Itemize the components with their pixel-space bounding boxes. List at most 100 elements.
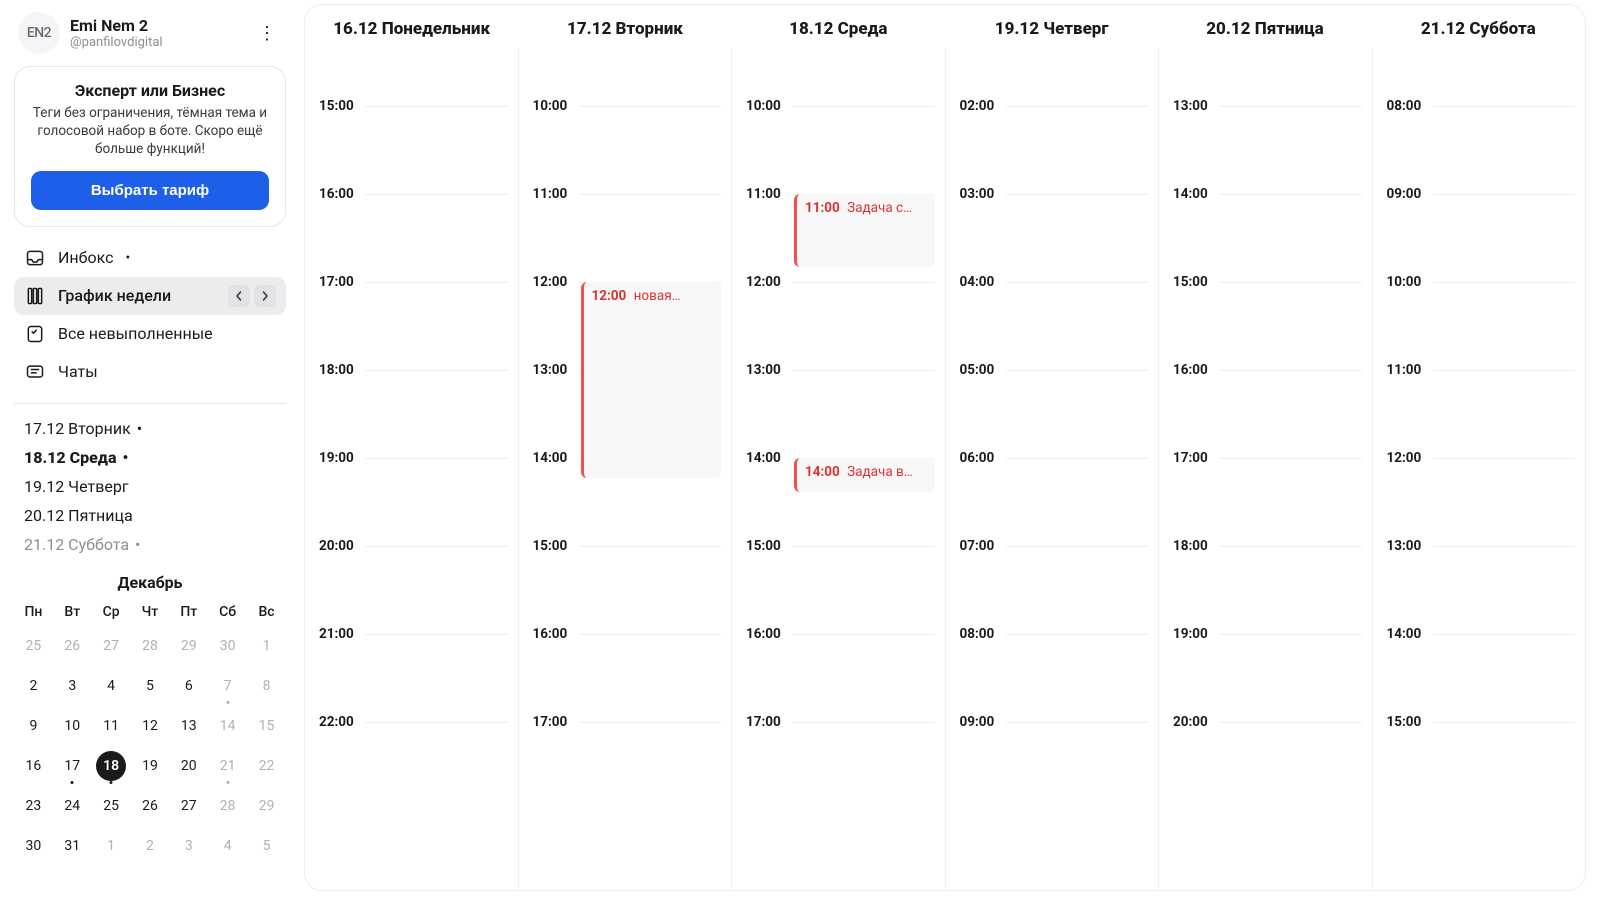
calendar-day[interactable]: 1: [92, 826, 131, 866]
calendar-day[interactable]: 23: [14, 786, 53, 826]
hour-slot[interactable]: 15:00: [1159, 282, 1372, 370]
hour-slot[interactable]: 12:00: [1373, 458, 1586, 546]
hour-slot[interactable]: 11:00: [519, 194, 732, 282]
calendar-day[interactable]: 5: [247, 826, 286, 866]
calendar-day[interactable]: 11: [92, 706, 131, 746]
day-column[interactable]: 10:0011:0012:0013:0014:0015:0016:0017:00…: [518, 48, 732, 890]
hour-slot[interactable]: 10:00: [732, 106, 945, 194]
calendar-day[interactable]: 8: [247, 666, 286, 706]
hour-slot[interactable]: 19:00: [1159, 634, 1372, 722]
hour-slot[interactable]: 17:00: [519, 722, 732, 810]
calendar-day[interactable]: 4: [208, 826, 247, 866]
hour-slot[interactable]: 12:00: [732, 282, 945, 370]
hour-slot[interactable]: 04:00: [946, 282, 1159, 370]
hour-slot[interactable]: 13:00: [1159, 106, 1372, 194]
hour-slot[interactable]: 09:00: [946, 722, 1159, 810]
nav-inbox[interactable]: Инбокс •: [14, 239, 286, 277]
hour-slot[interactable]: 20:00: [305, 546, 518, 634]
calendar-day[interactable]: 4: [92, 666, 131, 706]
calendar-day[interactable]: 19: [131, 746, 170, 786]
calendar-day[interactable]: 26: [131, 786, 170, 826]
calendar-event[interactable]: 12:00 новая…: [581, 282, 722, 478]
nav-chats[interactable]: Чаты: [14, 353, 286, 391]
sidebar-day-item[interactable]: 20.12 Пятница: [18, 501, 282, 530]
week-next-icon[interactable]: [254, 285, 276, 307]
day-column[interactable]: 15:0016:0017:0018:0019:0020:0021:0022:00: [305, 48, 518, 890]
nav-week[interactable]: График недели: [14, 277, 286, 315]
calendar-day[interactable]: 28: [131, 626, 170, 666]
hour-slot[interactable]: 17:00: [732, 722, 945, 810]
calendar-day[interactable]: 21: [208, 746, 247, 786]
hour-slot[interactable]: 21:00: [305, 634, 518, 722]
calendar-day[interactable]: 13: [169, 706, 208, 746]
calendar-day[interactable]: 15: [247, 706, 286, 746]
hour-slot[interactable]: 10:00: [519, 106, 732, 194]
calendar-day[interactable]: 25: [92, 786, 131, 826]
calendar-day[interactable]: 25: [14, 626, 53, 666]
more-menu-icon[interactable]: ⋮: [252, 19, 282, 48]
hour-slot[interactable]: 13:00: [1373, 546, 1586, 634]
calendar-day[interactable]: 10: [53, 706, 92, 746]
calendar-day[interactable]: 24: [53, 786, 92, 826]
hour-slot[interactable]: 08:00: [1373, 106, 1586, 194]
calendar-day[interactable]: 6: [169, 666, 208, 706]
sidebar-day-item[interactable]: 19.12 Четверг: [18, 472, 282, 501]
calendar-day[interactable]: 29: [247, 786, 286, 826]
calendar-day[interactable]: 9: [14, 706, 53, 746]
calendar-day[interactable]: 7: [208, 666, 247, 706]
hour-slot[interactable]: 11:00: [1373, 370, 1586, 458]
hour-slot[interactable]: 16:00: [1159, 370, 1372, 458]
avatar[interactable]: EN2: [18, 12, 60, 54]
calendar-day[interactable]: 20: [169, 746, 208, 786]
calendar-day[interactable]: 12: [131, 706, 170, 746]
hour-slot[interactable]: 15:00: [519, 546, 732, 634]
sidebar-day-item[interactable]: 18.12 Среда •: [18, 443, 282, 472]
calendar-day[interactable]: 29: [169, 626, 208, 666]
hour-slot[interactable]: 20:00: [1159, 722, 1372, 810]
hour-slot[interactable]: 09:00: [1373, 194, 1586, 282]
hour-slot[interactable]: 16:00: [519, 634, 732, 722]
sidebar-day-item[interactable]: 21.12 Суббота •: [18, 530, 282, 559]
hour-slot[interactable]: 18:00: [1159, 546, 1372, 634]
hour-slot[interactable]: 05:00: [946, 370, 1159, 458]
hour-slot[interactable]: 15:00: [1373, 722, 1586, 810]
hour-slot[interactable]: 06:00: [946, 458, 1159, 546]
hour-slot[interactable]: 22:00: [305, 722, 518, 810]
calendar-day[interactable]: 27: [169, 786, 208, 826]
hour-slot[interactable]: 18:00: [305, 370, 518, 458]
calendar-day[interactable]: 28: [208, 786, 247, 826]
choose-plan-button[interactable]: Выбрать тариф: [31, 171, 269, 210]
day-column[interactable]: 13:0014:0015:0016:0017:0018:0019:0020:00: [1158, 48, 1372, 890]
hour-slot[interactable]: 14:00: [1159, 194, 1372, 282]
hour-slot[interactable]: 16:00: [305, 194, 518, 282]
calendar-day[interactable]: 2: [131, 826, 170, 866]
hour-slot[interactable]: 19:00: [305, 458, 518, 546]
sidebar-day-item[interactable]: 17.12 Вторник •: [18, 414, 282, 443]
nav-all-undone[interactable]: Все невыполненные: [14, 315, 286, 353]
calendar-event[interactable]: 11:00 Задача с…: [794, 194, 935, 267]
calendar-day[interactable]: 18: [92, 746, 131, 786]
calendar-day[interactable]: 30: [14, 826, 53, 866]
calendar-day[interactable]: 3: [169, 826, 208, 866]
hour-slot[interactable]: 03:00: [946, 194, 1159, 282]
calendar-day[interactable]: 2: [14, 666, 53, 706]
calendar-day[interactable]: 30: [208, 626, 247, 666]
calendar-day[interactable]: 3: [53, 666, 92, 706]
day-column[interactable]: 08:0009:0010:0011:0012:0013:0014:0015:00: [1372, 48, 1586, 890]
hour-slot[interactable]: 10:00: [1373, 282, 1586, 370]
day-column[interactable]: 10:0011:0012:0013:0014:0015:0016:0017:00…: [731, 48, 945, 890]
hour-slot[interactable]: 16:00: [732, 634, 945, 722]
hour-slot[interactable]: 08:00: [946, 634, 1159, 722]
calendar-day[interactable]: 14: [208, 706, 247, 746]
hour-slot[interactable]: 14:00: [1373, 634, 1586, 722]
calendar-day[interactable]: 1: [247, 626, 286, 666]
calendar-day[interactable]: 17: [53, 746, 92, 786]
calendar-day[interactable]: 26: [53, 626, 92, 666]
calendar-event[interactable]: 14:00 Задача в…: [794, 458, 935, 492]
hour-slot[interactable]: 15:00: [305, 106, 518, 194]
calendar-day[interactable]: 16: [14, 746, 53, 786]
day-column[interactable]: 02:0003:0004:0005:0006:0007:0008:0009:00: [945, 48, 1159, 890]
hour-slot[interactable]: 15:00: [732, 546, 945, 634]
hour-slot[interactable]: 13:00: [732, 370, 945, 458]
calendar-day[interactable]: 31: [53, 826, 92, 866]
